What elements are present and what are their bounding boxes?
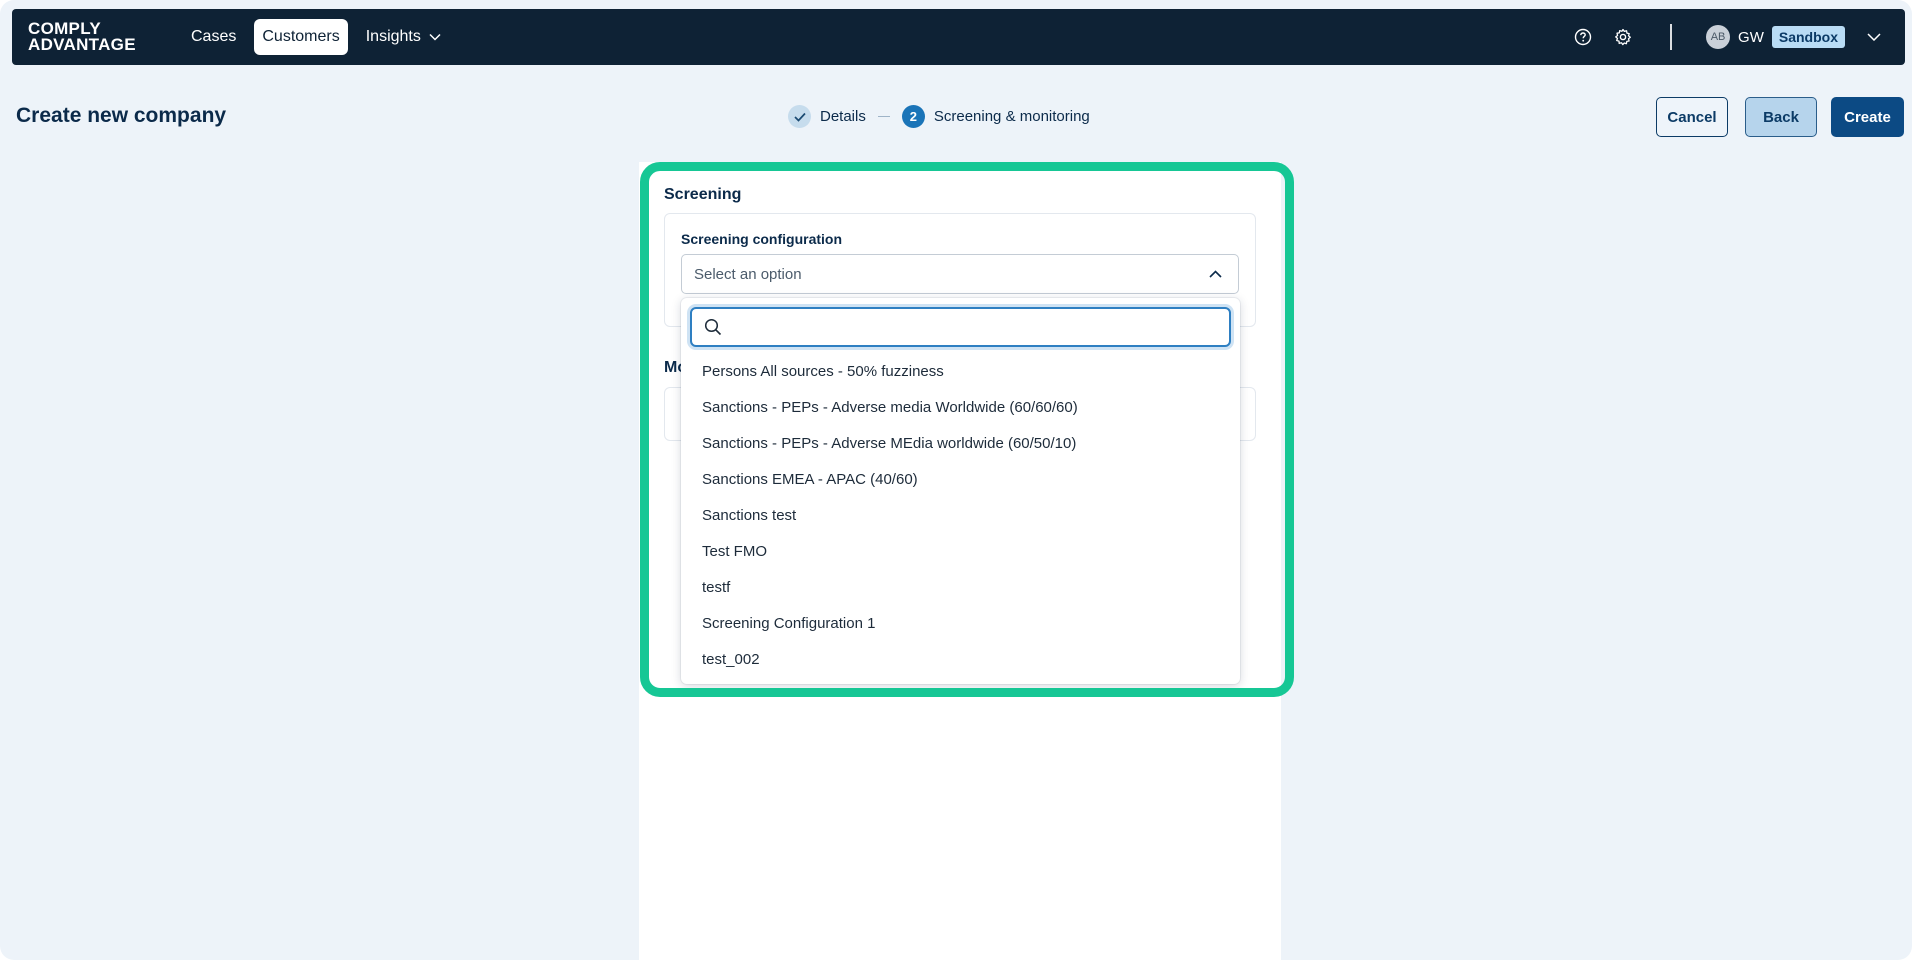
nav-item-insights[interactable]: Insights: [358, 19, 449, 55]
stepper: Details 2 Screening & monitoring: [788, 105, 1090, 128]
nav-item-customers[interactable]: Customers: [254, 19, 348, 55]
app-frame: COMPLY ADVANTAGE Cases Customers Insight…: [0, 0, 1912, 960]
highlight-outline: [640, 162, 1294, 697]
user-initials[interactable]: GW: [1738, 29, 1764, 46]
chevron-down-icon[interactable]: [1867, 33, 1881, 41]
page-title: Create new company: [16, 104, 227, 127]
cancel-button[interactable]: Cancel: [1656, 97, 1728, 137]
chevron-down-icon: [429, 33, 441, 41]
back-button[interactable]: Back: [1745, 97, 1817, 137]
top-navigation-bar: COMPLY ADVANTAGE Cases Customers Insight…: [12, 9, 1905, 65]
nav-item-label: Cases: [191, 28, 237, 45]
nav-item-cases[interactable]: Cases: [183, 19, 244, 55]
nav-item-label: Insights: [365, 28, 421, 45]
environment-badge: Sandbox: [1771, 26, 1845, 48]
step-number: 2: [901, 105, 925, 128]
nav-item-label: Customers: [262, 28, 340, 45]
avatar[interactable]: AB: [1706, 25, 1731, 49]
step-complete-check-icon: [788, 105, 811, 128]
gear-icon[interactable]: [1612, 26, 1634, 48]
nav-right-group: AB GW Sandbox: [1572, 9, 1905, 65]
step-separator: [877, 116, 890, 117]
brand-logo-line2: ADVANTAGE: [28, 35, 136, 54]
step-label-details: Details: [820, 108, 866, 125]
step-label-screening: Screening & monitoring: [933, 108, 1090, 125]
create-button[interactable]: Create: [1831, 97, 1904, 137]
brand-logo[interactable]: COMPLY ADVANTAGE: [28, 20, 150, 54]
nav-divider: [1670, 24, 1673, 50]
help-icon[interactable]: [1572, 26, 1594, 48]
